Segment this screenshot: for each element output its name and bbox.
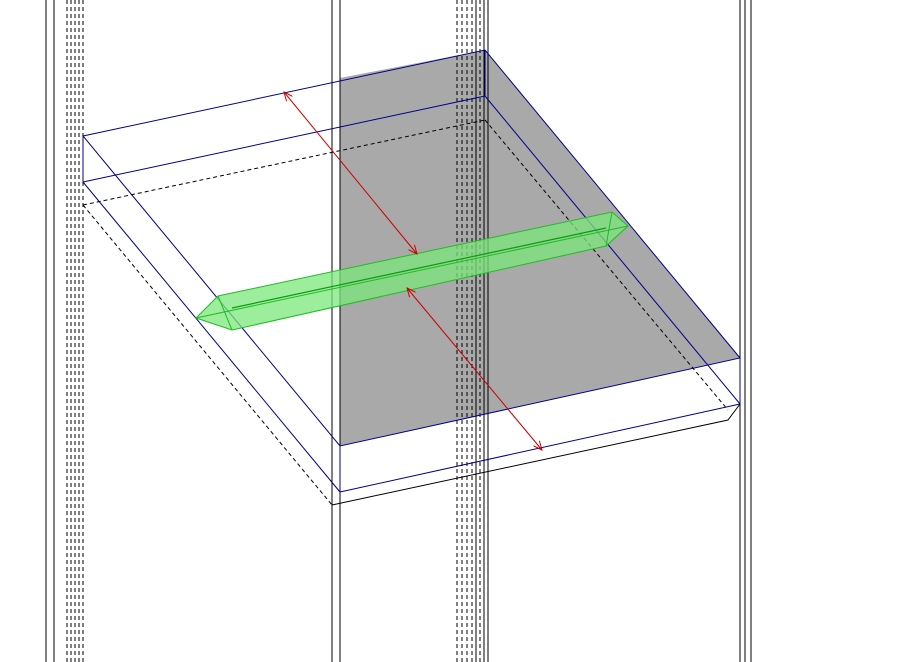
left-column[interactable] <box>45 0 84 662</box>
cad-3d-viewport[interactable] <box>0 0 908 662</box>
model-canvas[interactable] <box>0 0 908 662</box>
right-column[interactable] <box>739 0 752 662</box>
